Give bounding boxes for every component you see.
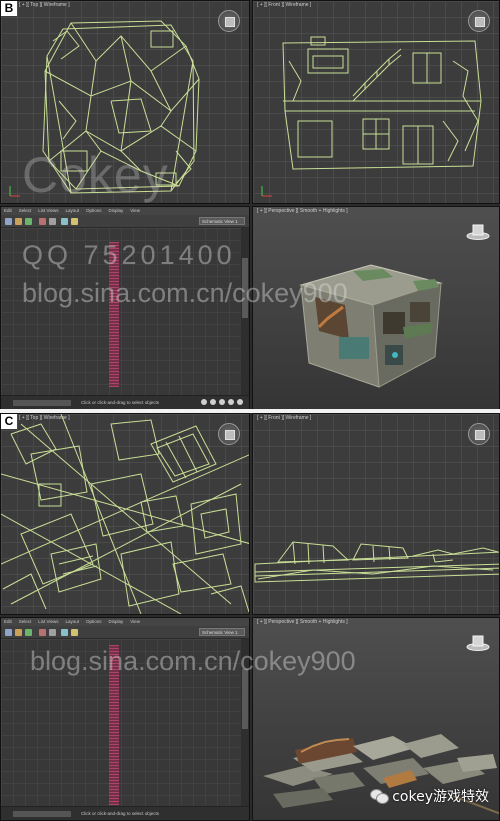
wechat-watermark: cokey游戏特效 [370,786,489,806]
maximize-icon[interactable] [237,399,243,405]
panel-b: B [ + ][ Top ][ Wireframe ] [+][Front… [0,0,500,410]
view-dropdown[interactable]: Schematic View 1 [199,628,245,636]
pan-icon[interactable] [210,399,216,405]
axis-gizmo-icon [261,186,272,197]
schematic-editor-c[interactable]: Edit Select List Views Layout Options Di… [0,617,250,821]
link-tool-icon[interactable] [15,218,22,225]
menu-select[interactable]: Select [19,618,32,626]
hierarchy-tool-icon[interactable] [61,218,68,225]
panel-letter-c: C [1,414,17,429]
menu-display[interactable]: Display [109,207,124,215]
perspective-viewport-b[interactable]: [ + ][ Perspective ][ Smooth + Highlight… [252,206,500,410]
panel-c: C [ + ][ Top ][ Wireframe ] [+][Front… [0,413,500,821]
editor-statusbar: Click or click-and-drag to select object… [1,806,249,820]
menu-view[interactable]: View [130,207,140,215]
view-dropdown[interactable]: Schematic View 1 [199,217,245,225]
editor-menubar: Edit Select List Views Layout Options Di… [1,207,249,215]
connect-tool-icon[interactable] [25,629,32,636]
menu-layout[interactable]: Layout [65,207,79,215]
front-viewport-c[interactable]: [ + ][ Front ][ Wireframe ] [252,413,500,615]
flattened-front-wireframe [254,541,499,583]
top-viewport-c[interactable]: [ + ][ Top ][ Wireframe ] [0,413,250,615]
zoom-region-icon[interactable] [228,399,234,405]
top-viewport-b[interactable]: [ + ][ Top ][ Wireframe ] [0,0,250,204]
menu-options[interactable]: Options [86,618,102,626]
menu-layout[interactable]: Layout [65,618,79,626]
panel-letter-b: B [1,1,17,16]
select-tool-icon[interactable] [5,218,12,225]
vertical-scrollbar[interactable] [241,639,249,806]
menu-display[interactable]: Display [109,618,124,626]
editor-toolbar: Schematic View 1 [1,626,249,639]
hierarchy-tool-icon[interactable] [61,629,68,636]
wechat-watermark-text: cokey游戏特效 [392,789,489,805]
front-viewport-b[interactable]: [ + ][ Front ][ Wireframe ] [252,0,500,204]
filter-tool-icon[interactable] [49,218,56,225]
node-track-list[interactable] [109,242,119,387]
status-input-field[interactable] [13,400,71,406]
vertical-scrollbar[interactable] [241,228,249,395]
select-tool-icon[interactable] [5,629,12,636]
node-track-list[interactable] [109,645,119,805]
menu-list-views[interactable]: List Views [38,207,58,215]
editor-menubar: Edit Select List Views Layout Options Di… [1,618,249,626]
zoom-extents-icon[interactable] [219,399,225,405]
delete-tool-icon[interactable] [39,218,46,225]
menu-options[interactable]: Options [86,207,102,215]
editor-statusbar: Click or click-and-drag to select object… [1,395,249,409]
rendered-building-cube [299,264,443,388]
wechat-icon [370,789,390,804]
axis-gizmo-icon [9,186,20,197]
references-tool-icon[interactable] [71,629,78,636]
perspective-viewport-c[interactable]: [ + ][ Perspective ][ Smooth + Highlight… [252,617,500,821]
menu-edit[interactable]: Edit [4,207,12,215]
filter-tool-icon[interactable] [49,629,56,636]
nav-controls [201,399,243,405]
zoom-icon[interactable] [201,399,207,405]
status-input-field[interactable] [13,811,71,817]
menu-list-views[interactable]: List Views [38,618,58,626]
menu-edit[interactable]: Edit [4,618,12,626]
connect-tool-icon[interactable] [25,218,32,225]
status-prompt: Click or click-and-drag to select object… [81,400,160,405]
front-wireframe-model [282,36,482,170]
delete-tool-icon[interactable] [39,629,46,636]
schematic-editor-b[interactable]: Edit Select List Views Layout Options Di… [0,206,250,410]
editor-canvas[interactable] [1,228,241,395]
editor-toolbar: Schematic View 1 [1,215,249,228]
top-wireframe-model [42,20,200,194]
editor-canvas[interactable] [1,639,241,806]
status-prompt: Click or click-and-drag to select object… [81,811,160,816]
menu-select[interactable]: Select [19,207,32,215]
link-tool-icon[interactable] [15,629,22,636]
menu-view[interactable]: View [130,618,140,626]
exploded-top-wireframe [1,414,249,614]
references-tool-icon[interactable] [71,218,78,225]
